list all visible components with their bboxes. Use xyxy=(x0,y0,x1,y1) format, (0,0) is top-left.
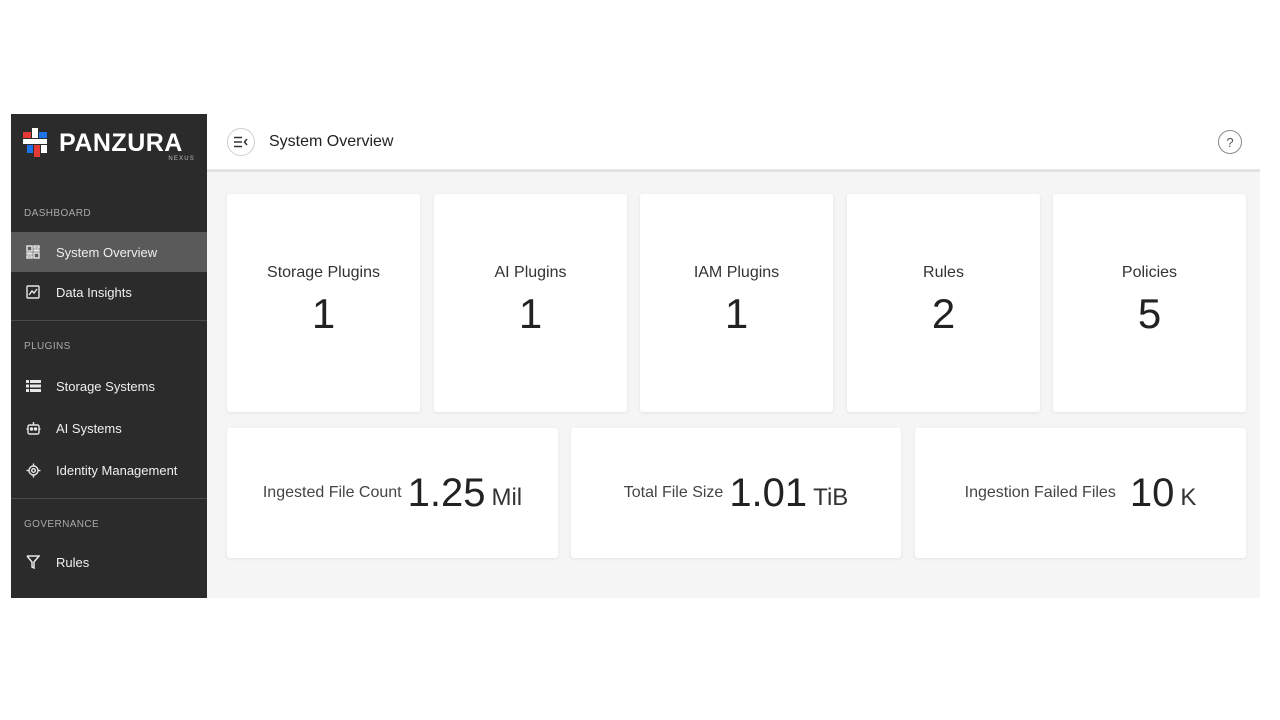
stat-label: Rules xyxy=(923,264,964,281)
section-label-dashboard: DASHBOARD xyxy=(24,208,91,219)
metric-card-total-file-size[interactable]: Total File Size 1.01 TiB xyxy=(571,428,901,558)
menu-collapse-icon xyxy=(234,136,248,147)
stat-value: 1 xyxy=(518,290,543,337)
metric-label: Ingestion Failed Files xyxy=(964,484,1116,501)
sidebar-item-label: Rules xyxy=(56,554,90,570)
list-icon xyxy=(25,378,41,394)
brand-name: PANZURA xyxy=(59,128,183,157)
sidebar-divider xyxy=(11,320,207,321)
sidebar-item-data-insights[interactable]: Data Insights xyxy=(11,272,207,312)
filter-icon xyxy=(25,554,41,570)
metric-unit: K xyxy=(1180,484,1197,511)
sidebar-item-rules[interactable]: Rules xyxy=(11,542,207,582)
sidebar-divider xyxy=(11,498,207,499)
metric-value: 10 xyxy=(1129,470,1175,515)
metric-card-ingested-file-count[interactable]: Ingested File Count 1.25 Mil xyxy=(227,428,558,558)
gear-icon xyxy=(25,462,41,478)
sidebar-item-system-overview[interactable]: System Overview xyxy=(11,232,207,272)
metric-unit: TiB xyxy=(813,484,849,511)
stat-label: Policies xyxy=(1121,264,1178,281)
metric-unit: Mil xyxy=(491,484,523,511)
metric-label: Total File Size xyxy=(623,484,724,501)
metric-value: 1.25 xyxy=(407,470,486,515)
robot-icon xyxy=(25,420,41,436)
sidebar-item-storage-systems[interactable]: Storage Systems xyxy=(11,366,207,406)
chart-icon xyxy=(25,284,41,300)
stat-label: Storage Plugins xyxy=(267,264,380,281)
stat-card-ai-plugins[interactable]: AI Plugins 1 xyxy=(434,194,627,412)
stat-card-iam-plugins[interactable]: IAM Plugins 1 xyxy=(640,194,833,412)
app-window: PANZURA NEXUS DASHBOARD System Overview … xyxy=(11,114,1260,598)
stat-value: 5 xyxy=(1137,290,1162,337)
menu-collapse-button[interactable] xyxy=(227,127,255,156)
sidebar-item-label: Storage Systems xyxy=(56,378,155,394)
sidebar-item-label: System Overview xyxy=(56,244,158,260)
sidebar-item-ai-systems[interactable]: AI Systems xyxy=(11,408,207,448)
help-icon: ? xyxy=(1226,134,1234,150)
stat-card-rules[interactable]: Rules 2 xyxy=(847,194,1040,412)
stat-card-storage-plugins[interactable]: Storage Plugins 1 xyxy=(227,194,420,412)
stat-value: 2 xyxy=(931,290,956,337)
brand-subtitle: NEXUS xyxy=(168,156,195,162)
sidebar-item-label: AI Systems xyxy=(56,420,122,436)
stat-card-policies[interactable]: Policies 5 xyxy=(1053,194,1246,412)
top-bar: System Overview ? xyxy=(207,114,1260,172)
stat-label: AI Plugins xyxy=(494,264,567,281)
sidebar: PANZURA NEXUS DASHBOARD System Overview … xyxy=(11,114,207,598)
section-label-governance: GOVERNANCE xyxy=(24,519,100,530)
sidebar-item-label: Identity Management xyxy=(56,462,178,478)
stat-label: IAM Plugins xyxy=(693,264,780,281)
main-content: System Overview ? Storage Plugins 1 AI P… xyxy=(207,114,1260,598)
sidebar-item-label: Data Insights xyxy=(56,284,132,300)
panzura-logo-icon xyxy=(23,128,47,157)
sidebar-item-identity-management[interactable]: Identity Management xyxy=(11,450,207,490)
section-label-plugins: PLUGINS xyxy=(24,341,71,352)
metric-label: Ingested File Count xyxy=(262,484,402,501)
brand-logo[interactable]: PANZURA NEXUS xyxy=(11,114,207,172)
metric-value: 1.01 xyxy=(729,470,808,515)
stat-value: 1 xyxy=(311,290,336,337)
grid-icon xyxy=(25,244,41,260)
metric-card-ingestion-failed-files[interactable]: Ingestion Failed Files 10 K xyxy=(915,428,1246,558)
help-button[interactable]: ? xyxy=(1218,130,1242,154)
page-title: System Overview xyxy=(269,132,394,150)
stat-value: 1 xyxy=(724,290,749,337)
